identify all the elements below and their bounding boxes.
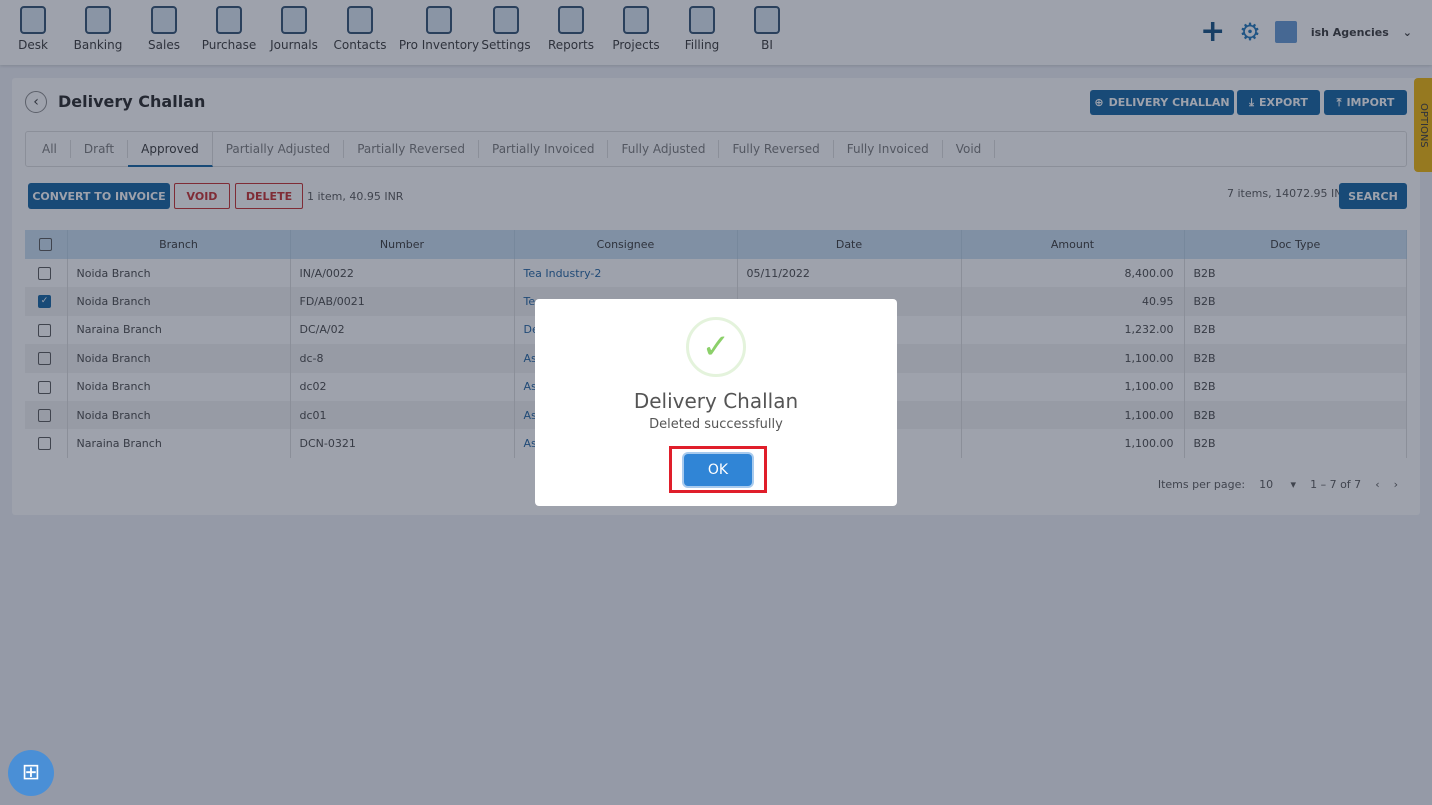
ok-highlight: OK <box>669 446 767 493</box>
dialog-message: Deleted successfully <box>649 417 783 432</box>
apps-grid-button[interactable]: ⊞ <box>8 750 54 796</box>
dialog-title: Delivery Challan <box>633 389 799 413</box>
ok-button[interactable]: OK <box>684 454 752 486</box>
success-dialog: ✓ Delivery Challan Deleted successfully … <box>535 299 897 506</box>
success-check-icon: ✓ <box>686 317 746 377</box>
